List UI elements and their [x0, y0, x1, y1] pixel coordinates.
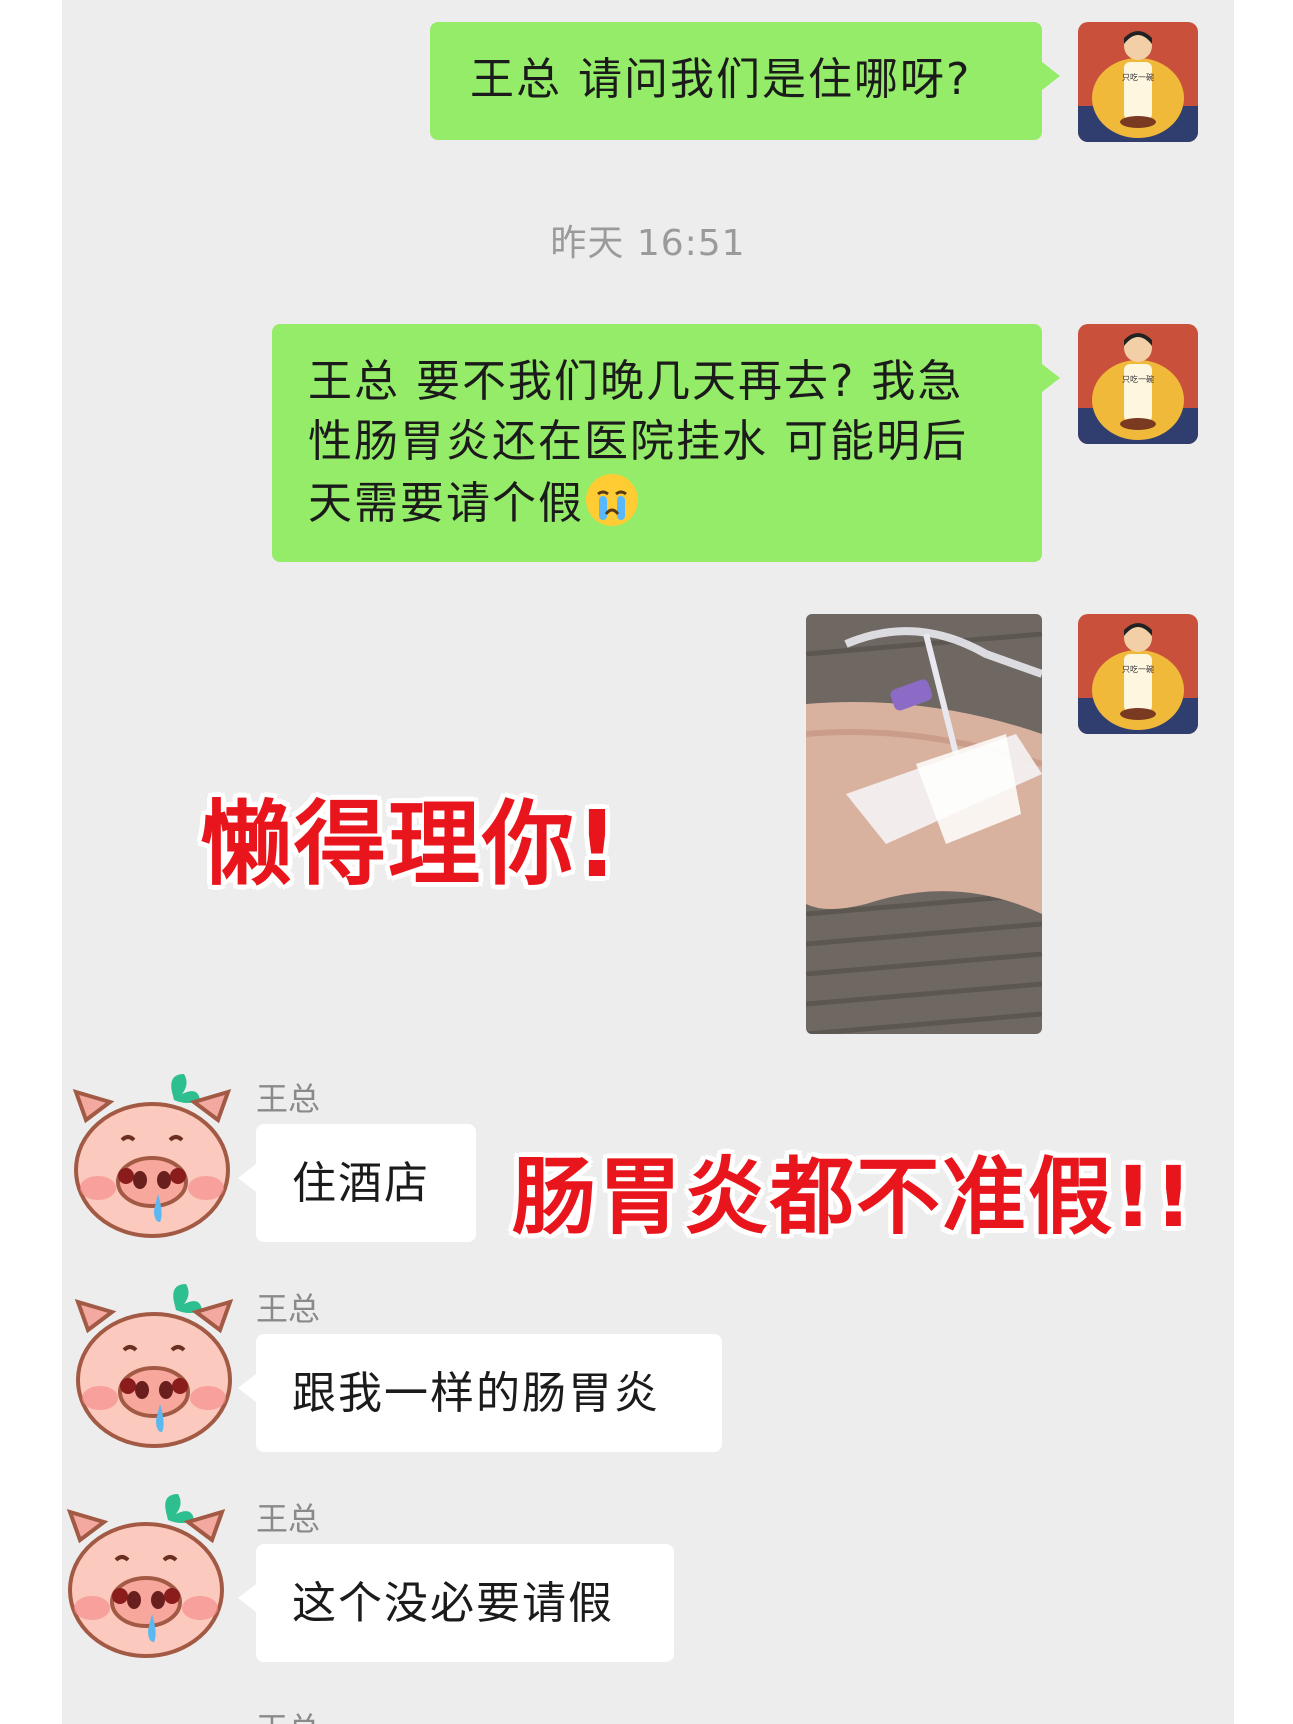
- message-line: 性肠胃炎还在医院挂水 可能明后: [308, 416, 968, 467]
- message-line-with-emoji: 天需要请个假: [308, 472, 1006, 544]
- sent-photo[interactable]: [806, 614, 1042, 1034]
- avatar-caption: 只吃一碗: [1122, 72, 1154, 82]
- my-avatar[interactable]: 只吃一碗: [1078, 614, 1198, 734]
- crying-face-icon: [584, 472, 640, 544]
- sender-avatar[interactable]: [66, 1490, 226, 1660]
- message-text: 这个没必要请假: [292, 1578, 614, 1629]
- overlay-caption: 懒得理你!: [200, 791, 620, 898]
- overlay-caption: 肠胃炎都不准假!!: [512, 1148, 1195, 1246]
- sender-name: 王总: [256, 1704, 320, 1724]
- sender-name: 王总: [256, 1500, 321, 1538]
- message-text: 跟我一样的肠胃炎: [292, 1368, 660, 1419]
- my-avatar[interactable]: 只吃一碗: [1078, 324, 1198, 444]
- chat-view[interactable]: 王总 请问我们是住哪呀? 只吃一碗 昨天 16:51 王总 要不我们晚几天再去?…: [62, 0, 1234, 1724]
- sender-name: 王总: [256, 1290, 321, 1328]
- pig-avatar-icon: [72, 1074, 232, 1238]
- iv-drip-hand-photo: [806, 614, 1042, 1034]
- pig-avatar-icon: [66, 1494, 226, 1658]
- message-bubble-received[interactable]: 住酒店: [238, 1124, 476, 1242]
- message-text: 住酒店: [292, 1158, 430, 1209]
- message-text: 王总 请问我们是住哪呀?: [470, 54, 972, 105]
- avatar-illustration: 只吃一碗: [1078, 22, 1198, 142]
- avatar-caption: 只吃一碗: [1122, 664, 1154, 674]
- avatar-caption: 只吃一碗: [1122, 374, 1154, 384]
- avatar-illustration: 只吃一碗: [1078, 324, 1198, 444]
- message-bubble-sent[interactable]: 王总 要不我们晚几天再去? 我急 性肠胃炎还在医院挂水 可能明后 天需要请个假: [272, 324, 1060, 562]
- message-bubble-received[interactable]: 这个没必要请假: [238, 1544, 674, 1662]
- sender-avatar[interactable]: [72, 1070, 232, 1240]
- my-avatar[interactable]: 只吃一碗: [1078, 22, 1198, 142]
- timestamp: 昨天 16:51: [550, 223, 746, 264]
- sender-avatar[interactable]: [74, 1280, 234, 1450]
- pig-avatar-icon: [74, 1284, 234, 1448]
- sender-name: 王总: [256, 1080, 321, 1118]
- message-line: 天需要请个假: [308, 478, 584, 529]
- message-bubble-sent[interactable]: 王总 请问我们是住哪呀?: [430, 22, 1060, 140]
- avatar-illustration: 只吃一碗: [1078, 614, 1198, 734]
- message-line: 王总 要不我们晚几天再去? 我急: [308, 356, 964, 407]
- message-bubble-received[interactable]: 跟我一样的肠胃炎: [238, 1334, 722, 1452]
